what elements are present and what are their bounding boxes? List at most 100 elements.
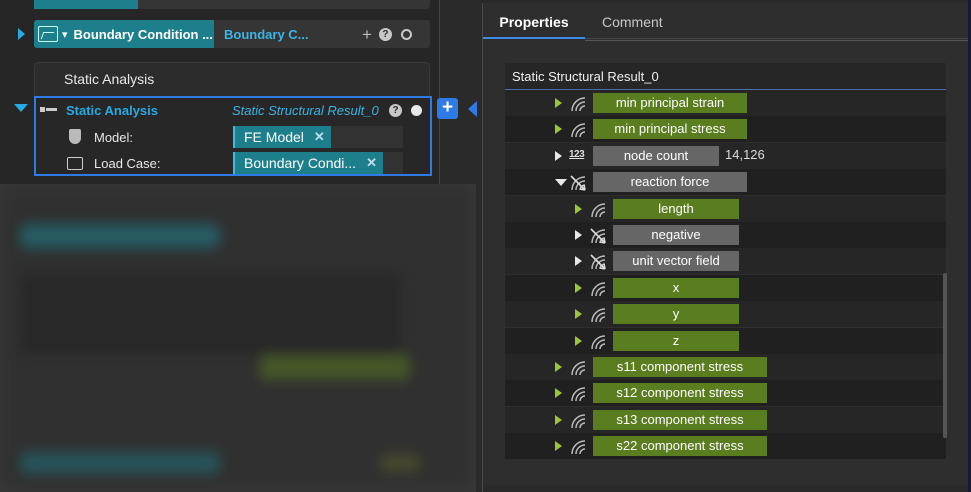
field-icon [591,334,606,349]
remove-icon[interactable]: ✕ [314,129,325,145]
tree-item-label: unit vector field [613,251,739,272]
expand-arrow-icon[interactable] [575,335,582,346]
chevron-down-icon[interactable]: ▾ [62,28,68,41]
expand-arrow-icon[interactable] [555,362,562,372]
tree-row[interactable]: y [505,301,946,328]
static-analysis-title-row: Static Analysis Static Structural Result… [36,98,430,122]
output-port-icon[interactable] [400,28,412,40]
vector-icon [590,254,606,271]
static-analysis-title: Static Analysis [66,102,159,118]
model-field-row: Model: FE Model ✕ [36,124,430,150]
add-node-button[interactable]: + [437,98,458,119]
blurred-region [0,184,476,492]
vector-icon [570,175,586,191]
tree-item-label: s22 component stress [593,436,767,457]
load-case-field-row: Load Case: Boundary Condi... ✕ [36,150,430,176]
static-analysis-subtitle: Static Structural Result_0 [232,102,379,118]
expand-arrow-icon[interactable] [555,98,562,108]
tree-item-label: s11 component stress [593,357,767,377]
expand-arrow-icon[interactable] [555,124,562,135]
tree-row[interactable]: s12 component stress [505,380,946,407]
expand-arrow-icon[interactable] [555,388,562,399]
tree-row[interactable]: reaction force [505,169,946,196]
properties-panel: Properties Comment Static Structural Res… [482,3,970,492]
load-case-tag[interactable]: Boundary Condi... ✕ [233,152,383,174]
field-icon [571,387,586,402]
tree-row[interactable]: s22 component stress [505,433,946,460]
boundary-condition-sublabel: Boundary C... [224,26,309,42]
number-icon: 123 [569,148,585,160]
field-icon [591,202,606,217]
plus-icon[interactable]: + [362,26,372,43]
tree-item-label: min principal strain [593,93,747,113]
load-case-tag-label: Boundary Condi... [244,155,357,171]
tree-row[interactable]: min principal stress [505,116,946,143]
field-icon [571,97,586,112]
expand-arrow-icon[interactable] [575,309,582,320]
field-icon [591,282,606,296]
tree-row[interactable]: z [505,327,946,354]
field-icon [571,440,586,455]
result-title: Static Structural Result_0 [505,63,946,90]
expand-arrow-icon[interactable] [575,203,582,214]
load-case-label: Load Case: [94,155,161,171]
tree-item-label: z [613,330,739,351]
tree-item-label: x [613,277,739,298]
tree-scrollbar[interactable] [943,273,947,438]
expand-arrow-icon[interactable] [18,28,25,40]
field-icon [571,414,586,428]
expand-arrow-icon[interactable] [555,150,562,161]
tab-divider [585,40,970,41]
output-port-icon[interactable] [411,104,422,116]
tree-row[interactable]: min principal strain [505,90,946,116]
tree-row[interactable]: s13 component stress [505,406,946,433]
tree-row[interactable]: s11 component stress [505,354,946,380]
expand-arrow-icon[interactable] [575,256,582,267]
tab-comment[interactable]: Comment [602,3,663,39]
tree-item-label: s12 component stress [593,383,767,404]
tree-row[interactable]: 123 node count 14,126 [505,142,946,169]
boundary-condition-node[interactable]: ▾ Boundary Condition ... Boundary C... +… [34,20,430,48]
panel-tabs: Properties Comment [483,3,970,39]
tree-item-label: length [613,198,739,219]
tab-properties[interactable]: Properties [483,3,585,39]
boundary-condition-label: Boundary Condition ... [73,26,213,42]
model-tag[interactable]: FE Model ✕ [233,126,331,148]
remove-icon[interactable]: ✕ [366,155,377,171]
help-icon[interactable]: ? [389,103,402,117]
model-tag-label: FE Model [244,129,304,145]
expand-arrow-icon[interactable] [575,230,582,240]
tree-row[interactable]: unit vector field [505,248,946,275]
tree-item-label: node count [593,145,719,166]
tree-item-label: s13 component stress [593,409,767,430]
expand-arrow-icon[interactable] [575,282,582,293]
static-analysis-node[interactable]: Static Analysis Static Structural Result… [34,96,432,176]
collapse-arrow-icon[interactable] [14,104,28,112]
tree-item-value: 14,126 [725,146,765,162]
collapse-arrow-icon[interactable] [555,179,567,187]
tree-item-label: y [613,304,739,325]
result-tree: min principal strain min principal stress… [505,90,946,467]
tree-item-label: reaction force [593,172,747,193]
field-icon [571,123,586,138]
tree-row[interactable]: length [505,195,946,222]
load-case-icon [67,155,83,171]
previous-node-chip [34,0,138,9]
previous-node-strip[interactable] [34,0,430,9]
panel-footer [483,485,970,492]
tree-row[interactable]: x [505,274,946,301]
boundary-condition-chip[interactable]: ▾ Boundary Condition ... [34,20,214,48]
tree-row[interactable]: negative [505,222,946,248]
vector-icon [590,228,606,244]
expand-arrow-icon[interactable] [555,414,562,425]
tree-item-label: negative [613,225,739,245]
model-icon [67,129,83,145]
model-input[interactable]: FE Model ✕ [233,126,403,148]
boundary-condition-icon [38,26,58,42]
expand-arrow-icon[interactable] [555,441,562,452]
help-icon[interactable]: ? [378,27,392,41]
field-icon [571,361,586,376]
field-icon [591,308,606,323]
load-case-input[interactable]: Boundary Condi... ✕ [233,152,403,174]
model-label: Model: [94,129,134,145]
